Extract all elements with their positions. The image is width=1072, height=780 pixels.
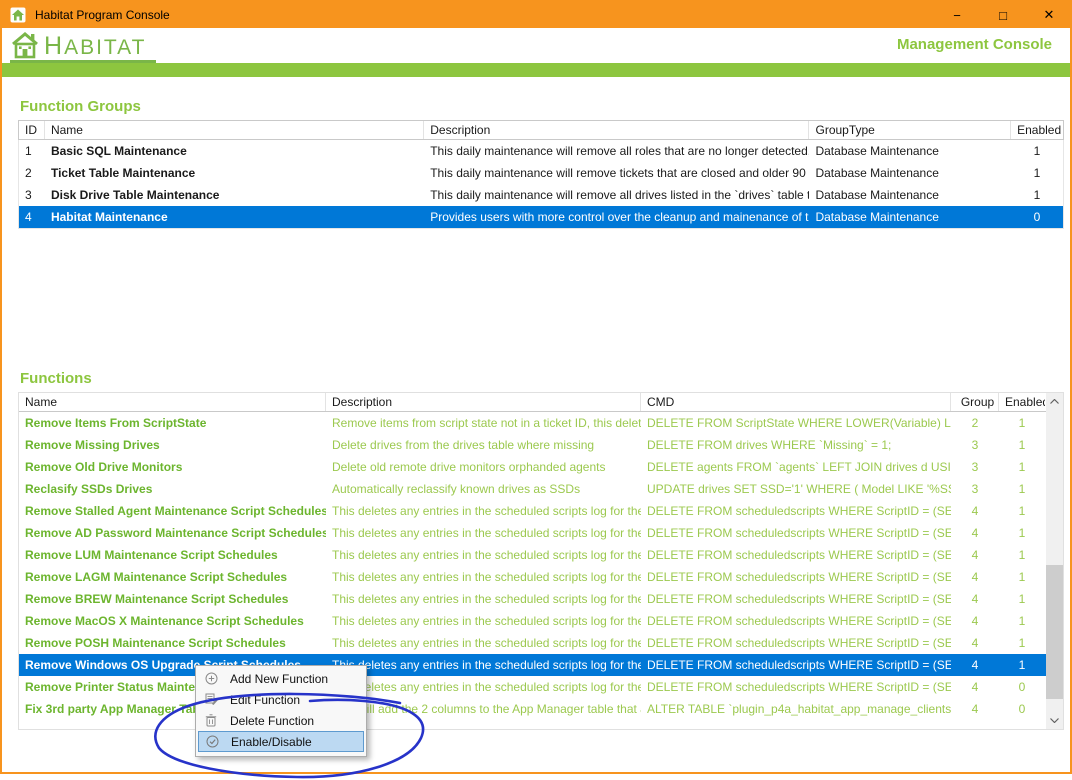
function-groups-rows: 1 Basic SQL Maintenance This daily maint… bbox=[18, 140, 1064, 229]
menu-item-label: Add New Function bbox=[224, 672, 328, 686]
functions-table: Name Description CMD Group Enabled Remov… bbox=[18, 392, 1064, 730]
table-row[interactable]: Reclasify SSDs Drives Automatically recl… bbox=[19, 478, 1063, 500]
trash-icon bbox=[198, 714, 224, 727]
management-console-title: Management Console bbox=[897, 36, 1052, 53]
column-header-enabled[interactable]: Enabled bbox=[999, 393, 1045, 411]
table-row[interactable]: Remove MacOS X Maintenance Script Schedu… bbox=[19, 610, 1063, 632]
close-button[interactable]: ✕ bbox=[1026, 0, 1072, 30]
context-menu: Add New Function Edit Function Delete Fu… bbox=[195, 665, 367, 757]
green-divider-bar bbox=[2, 63, 1070, 77]
table-row[interactable]: Remove Stalled Agent Maintenance Script … bbox=[19, 500, 1063, 522]
maximize-button[interactable]: □ bbox=[980, 0, 1026, 30]
logo-house-icon bbox=[10, 31, 40, 59]
habitat-logo: HABITAT bbox=[10, 31, 156, 64]
logo-wordmark: HABITAT bbox=[44, 35, 146, 59]
table-row[interactable]: Remove POSH Maintenance Script Schedules… bbox=[19, 632, 1063, 654]
column-header-group[interactable]: Group bbox=[951, 393, 999, 411]
scrollbar-thumb[interactable] bbox=[1046, 565, 1063, 699]
table-row[interactable]: Remove Items From ScriptState Remove ite… bbox=[19, 412, 1063, 434]
check-circle-icon bbox=[199, 735, 225, 748]
table-row[interactable]: 2 Ticket Table Maintenance This daily ma… bbox=[19, 162, 1063, 184]
menu-item-add-new-function[interactable]: Add New Function bbox=[198, 668, 364, 689]
title-bar: Habitat Program Console − □ ✕ bbox=[0, 0, 1072, 30]
function-groups-heading: Function Groups bbox=[20, 98, 141, 115]
menu-item-delete-function[interactable]: Delete Function bbox=[198, 710, 364, 731]
column-header-name[interactable]: Name bbox=[19, 393, 326, 411]
function-groups-table: ID Name Description GroupType Enabled 1 … bbox=[18, 120, 1064, 229]
vertical-scrollbar[interactable] bbox=[1046, 393, 1063, 729]
table-row[interactable]: Remove BREW Maintenance Script Schedules… bbox=[19, 588, 1063, 610]
window-title: Habitat Program Console bbox=[35, 8, 170, 22]
column-header-enabled[interactable]: Enabled bbox=[1011, 121, 1063, 139]
table-row[interactable]: Remove Missing Drives Delete drives from… bbox=[19, 434, 1063, 456]
edit-icon bbox=[198, 693, 224, 706]
menu-item-enable-disable[interactable]: Enable/Disable bbox=[198, 731, 364, 752]
table-row[interactable]: Remove Printer Status Maintenance Script… bbox=[19, 676, 1063, 698]
minimize-button[interactable]: − bbox=[934, 0, 980, 30]
menu-item-edit-function[interactable]: Edit Function bbox=[198, 689, 364, 710]
app-window: Habitat Program Console − □ ✕ HABITAT Ma… bbox=[0, 0, 1072, 774]
scrollbar-up-arrow-icon[interactable] bbox=[1046, 393, 1063, 410]
functions-table-header: Name Description CMD Group Enabled bbox=[19, 393, 1063, 412]
table-row[interactable]: Fix 3rd party App Manager Table This wil… bbox=[19, 698, 1063, 720]
add-circle-icon bbox=[198, 672, 224, 685]
table-row[interactable]: Remove Windows OS Upgrade Script Schedul… bbox=[19, 654, 1063, 676]
column-header-grouptype[interactable]: GroupType bbox=[809, 121, 1011, 139]
table-row[interactable]: Remove AD Password Maintenance Script Sc… bbox=[19, 522, 1063, 544]
menu-item-label: Edit Function bbox=[224, 693, 300, 707]
column-header-description[interactable]: Description bbox=[326, 393, 641, 411]
table-row[interactable]: Remove LUM Maintenance Script Schedules … bbox=[19, 544, 1063, 566]
menu-item-label: Enable/Disable bbox=[225, 735, 312, 749]
menu-item-label: Delete Function bbox=[224, 714, 314, 728]
table-row[interactable]: 1 Basic SQL Maintenance This daily maint… bbox=[19, 140, 1063, 162]
table-row[interactable]: Remove LAGM Maintenance Script Schedules… bbox=[19, 566, 1063, 588]
app-house-icon bbox=[10, 7, 26, 23]
function-groups-table-header: ID Name Description GroupType Enabled bbox=[18, 120, 1064, 140]
column-header-cmd[interactable]: CMD bbox=[641, 393, 951, 411]
app-header: HABITAT Management Console bbox=[2, 28, 1070, 63]
functions-rows: Remove Items From ScriptState Remove ite… bbox=[19, 412, 1063, 720]
table-row[interactable]: Remove Old Drive Monitors Delete old rem… bbox=[19, 456, 1063, 478]
column-header-id[interactable]: ID bbox=[19, 121, 45, 139]
table-row[interactable]: 4 Habitat Maintenance Provides users wit… bbox=[19, 206, 1063, 228]
column-header-name[interactable]: Name bbox=[45, 121, 424, 139]
scrollbar-down-arrow-icon[interactable] bbox=[1046, 712, 1063, 729]
column-header-description[interactable]: Description bbox=[424, 121, 809, 139]
table-row[interactable]: 3 Disk Drive Table Maintenance This dail… bbox=[19, 184, 1063, 206]
functions-heading: Functions bbox=[20, 370, 92, 387]
